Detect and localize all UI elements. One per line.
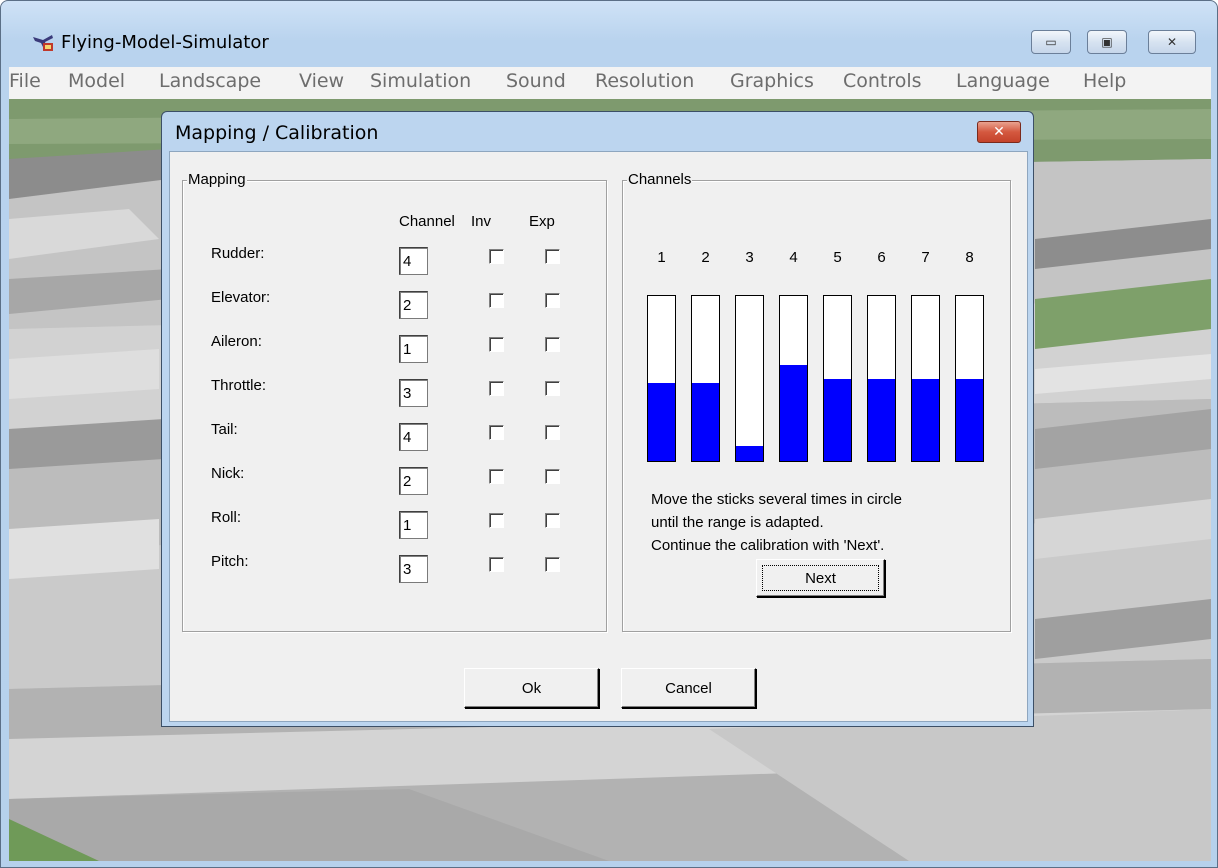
channel-level-bar-5 bbox=[823, 295, 852, 462]
nick-inv-checkbox[interactable] bbox=[489, 469, 504, 484]
aileron-exp-checkbox[interactable] bbox=[545, 337, 560, 352]
channels-group-label: Channels bbox=[627, 171, 693, 188]
channel-level-fill-4 bbox=[780, 365, 807, 461]
close-icon: ✕ bbox=[1166, 35, 1178, 49]
mapping-label-rudder: Rudder: bbox=[211, 245, 265, 262]
mapping-label-elevator: Elevator: bbox=[211, 289, 271, 306]
ok-button-label: Ok bbox=[521, 679, 542, 697]
menu-help[interactable]: Help bbox=[1083, 70, 1126, 92]
cancel-button[interactable]: Cancel bbox=[621, 668, 756, 708]
channel-number-1: 1 bbox=[657, 249, 666, 266]
elevator-channel-input[interactable]: 2 bbox=[399, 291, 428, 319]
mapping-label-pitch: Pitch: bbox=[211, 553, 249, 570]
exp-column-header: Exp bbox=[529, 213, 555, 230]
channel-number-2: 2 bbox=[701, 249, 710, 266]
channel-level-bar-6 bbox=[867, 295, 896, 462]
elevator-exp-checkbox[interactable] bbox=[545, 293, 560, 308]
tail-inv-checkbox[interactable] bbox=[489, 425, 504, 440]
channel-level-bar-3 bbox=[735, 295, 764, 462]
mapping-calibration-dialog: Mapping / Calibration ✕ Mapping Channel … bbox=[161, 111, 1034, 727]
throttle-exp-checkbox[interactable] bbox=[545, 381, 560, 396]
mapping-group-label: Mapping bbox=[187, 171, 247, 188]
channel-level-fill-6 bbox=[868, 378, 895, 461]
focus-rectangle bbox=[762, 565, 879, 591]
menu-model[interactable]: Model bbox=[68, 70, 125, 92]
airplane-app-icon bbox=[33, 35, 53, 51]
channel-level-fill-1 bbox=[648, 383, 675, 461]
channel-level-bar-2 bbox=[691, 295, 720, 462]
menu-bar: File Model Landscape View Simulation Sou… bbox=[9, 67, 1211, 99]
mapping-group: Mapping Channel Inv Exp Rudder: 4 Elevat… bbox=[182, 171, 607, 632]
mapping-label-throttle: Throttle: bbox=[211, 377, 267, 394]
instruction-line-3: Continue the calibration with 'Next'. bbox=[651, 537, 885, 554]
elevator-inv-checkbox[interactable] bbox=[489, 293, 504, 308]
roll-channel-input[interactable]: 1 bbox=[399, 511, 428, 539]
pitch-exp-checkbox[interactable] bbox=[545, 557, 560, 572]
dialog-client-area: Mapping Channel Inv Exp Rudder: 4 Elevat… bbox=[169, 151, 1028, 722]
channels-group: Channels 1 2 3 4 5 6 7 8 Move the sticks… bbox=[622, 171, 1011, 632]
menu-language[interactable]: Language bbox=[956, 70, 1050, 92]
menu-file[interactable]: File bbox=[9, 70, 41, 92]
mapping-label-roll: Roll: bbox=[211, 509, 242, 526]
window-title: Flying-Model-Simulator bbox=[61, 32, 269, 53]
channel-column-header: Channel bbox=[399, 213, 455, 230]
tail-exp-checkbox[interactable] bbox=[545, 425, 560, 440]
pitch-inv-checkbox[interactable] bbox=[489, 557, 504, 572]
pitch-channel-input[interactable]: 3 bbox=[399, 555, 428, 583]
mapping-label-tail: Tail: bbox=[211, 421, 238, 438]
channel-number-8: 8 bbox=[965, 249, 974, 266]
dialog-title: Mapping / Calibration bbox=[175, 122, 379, 144]
minimize-button[interactable]: ▭ bbox=[1031, 30, 1071, 54]
throttle-inv-checkbox[interactable] bbox=[489, 381, 504, 396]
channel-level-fill-3 bbox=[736, 446, 763, 461]
channel-number-5: 5 bbox=[833, 249, 842, 266]
close-window-button[interactable]: ✕ bbox=[1148, 30, 1196, 54]
channel-level-fill-5 bbox=[824, 378, 851, 461]
inv-column-header: Inv bbox=[471, 213, 492, 230]
menu-view[interactable]: View bbox=[299, 70, 344, 92]
menu-simulation[interactable]: Simulation bbox=[370, 70, 471, 92]
channel-level-bar-7 bbox=[911, 295, 940, 462]
instruction-line-1: Move the sticks several times in circle bbox=[651, 491, 902, 508]
ok-button[interactable]: Ok bbox=[464, 668, 599, 708]
aileron-inv-checkbox[interactable] bbox=[489, 337, 504, 352]
menu-graphics[interactable]: Graphics bbox=[730, 70, 814, 92]
instruction-line-2: until the range is adapted. bbox=[651, 514, 824, 531]
tail-channel-input[interactable]: 4 bbox=[399, 423, 428, 451]
channel-level-fill-7 bbox=[912, 378, 939, 461]
channel-number-3: 3 bbox=[745, 249, 754, 266]
channel-level-fill-8 bbox=[956, 378, 983, 461]
rudder-inv-checkbox[interactable] bbox=[489, 249, 504, 264]
title-bar: Flying-Model-Simulator ▭ ▣ ✕ bbox=[1, 1, 1217, 63]
channel-number-7: 7 bbox=[921, 249, 930, 266]
menu-resolution[interactable]: Resolution bbox=[595, 70, 694, 92]
menu-controls[interactable]: Controls bbox=[843, 70, 922, 92]
rudder-channel-input[interactable]: 4 bbox=[399, 247, 428, 275]
throttle-channel-input[interactable]: 3 bbox=[399, 379, 428, 407]
rudder-exp-checkbox[interactable] bbox=[545, 249, 560, 264]
nick-exp-checkbox[interactable] bbox=[545, 469, 560, 484]
menu-sound[interactable]: Sound bbox=[506, 70, 566, 92]
channel-level-bar-4 bbox=[779, 295, 808, 462]
dialog-close-button[interactable]: ✕ bbox=[977, 121, 1021, 143]
mapping-label-nick: Nick: bbox=[211, 465, 245, 482]
mapping-label-aileron: Aileron: bbox=[211, 333, 262, 350]
channel-number-6: 6 bbox=[877, 249, 886, 266]
minimize-icon: ▭ bbox=[1045, 35, 1057, 49]
cancel-button-label: Cancel bbox=[665, 679, 712, 697]
aileron-channel-input[interactable]: 1 bbox=[399, 335, 428, 363]
roll-exp-checkbox[interactable] bbox=[545, 513, 560, 528]
channel-level-bar-1 bbox=[647, 295, 676, 462]
maximize-button[interactable]: ▣ bbox=[1087, 30, 1127, 54]
close-icon: ✕ bbox=[993, 124, 1005, 140]
menu-landscape[interactable]: Landscape bbox=[159, 70, 261, 92]
channel-level-fill-2 bbox=[692, 383, 719, 461]
channel-level-bar-8 bbox=[955, 295, 984, 462]
nick-channel-input[interactable]: 2 bbox=[399, 467, 428, 495]
roll-inv-checkbox[interactable] bbox=[489, 513, 504, 528]
next-button[interactable]: Next bbox=[756, 559, 885, 597]
channel-number-4: 4 bbox=[789, 249, 798, 266]
maximize-icon: ▣ bbox=[1101, 35, 1113, 49]
